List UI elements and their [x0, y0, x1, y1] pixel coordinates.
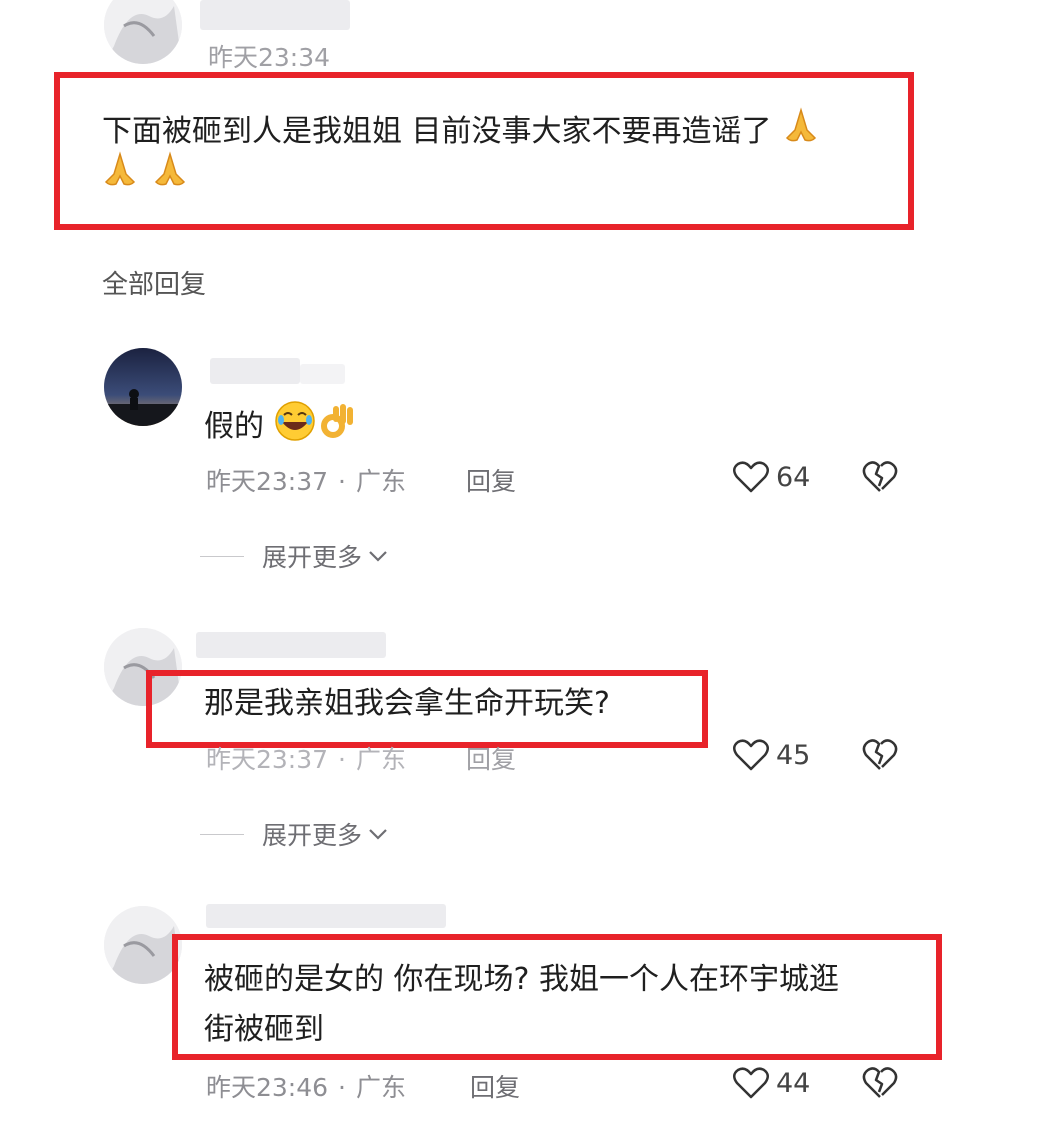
avatar[interactable] [104, 906, 182, 984]
ok-hand-emoji [316, 400, 358, 455]
broken-heart-icon [862, 1067, 898, 1098]
heart-icon [733, 1067, 769, 1099]
reply-button[interactable]: 回复 [466, 462, 516, 498]
like-count: 44 [776, 1067, 811, 1099]
avatar[interactable] [104, 0, 182, 64]
expand-more-button[interactable]: 展开更多 [200, 538, 388, 574]
comment-meta: 昨天23:37 · 广东 [206, 467, 407, 496]
chevron-down-icon [369, 829, 387, 840]
like-count: 45 [776, 739, 811, 771]
comment-time: 昨天23:34 [208, 43, 331, 72]
reply-button[interactable]: 回复 [470, 1068, 520, 1104]
all-replies-label: 全部回复 [102, 270, 207, 300]
divider-line [200, 833, 244, 835]
broken-heart-icon [862, 739, 898, 770]
comment-emoji-line [100, 150, 190, 203]
reply-button[interactable]: 回复 [466, 740, 516, 776]
dislike-button[interactable] [862, 460, 898, 494]
comment-text: 下面被砸到人是我姐姐 目前没事大家不要再造谣了 [102, 106, 821, 159]
comment-text: 假的 [204, 400, 358, 455]
username-blurred [200, 0, 350, 30]
divider-line [200, 555, 244, 557]
folded-hands-emoji [150, 150, 190, 203]
username-blurred [300, 364, 345, 384]
chevron-down-icon [369, 551, 387, 562]
dislike-button[interactable] [862, 1066, 898, 1100]
username-blurred [196, 632, 386, 658]
username-blurred [206, 904, 446, 928]
comment-text-line2: 街被砸到 [204, 1012, 324, 1047]
expand-more-button[interactable]: 展开更多 [200, 816, 388, 852]
heart-icon [733, 739, 769, 771]
folded-hands-emoji [781, 106, 821, 159]
comment-text: 那是我亲姐我会拿生命开玩笑? [204, 686, 610, 721]
like-count: 64 [776, 461, 811, 493]
username-blurred [210, 358, 300, 384]
like-button[interactable]: 44 [732, 1066, 810, 1100]
heart-icon [733, 461, 769, 493]
comment-meta: 昨天23:46 · 广东 [206, 1073, 407, 1102]
like-button[interactable]: 64 [732, 460, 810, 494]
avatar[interactable] [104, 348, 182, 426]
like-button[interactable]: 45 [732, 738, 810, 772]
broken-heart-icon [862, 461, 898, 492]
laughing-emoji [274, 400, 316, 455]
comment-text: 被砸的是女的 你在现场? 我姐一个人在环宇城逛 [204, 962, 839, 997]
dislike-button[interactable] [862, 738, 898, 772]
comment-meta: 昨天23:37 · 广东 [206, 745, 407, 774]
folded-hands-emoji [100, 150, 140, 203]
